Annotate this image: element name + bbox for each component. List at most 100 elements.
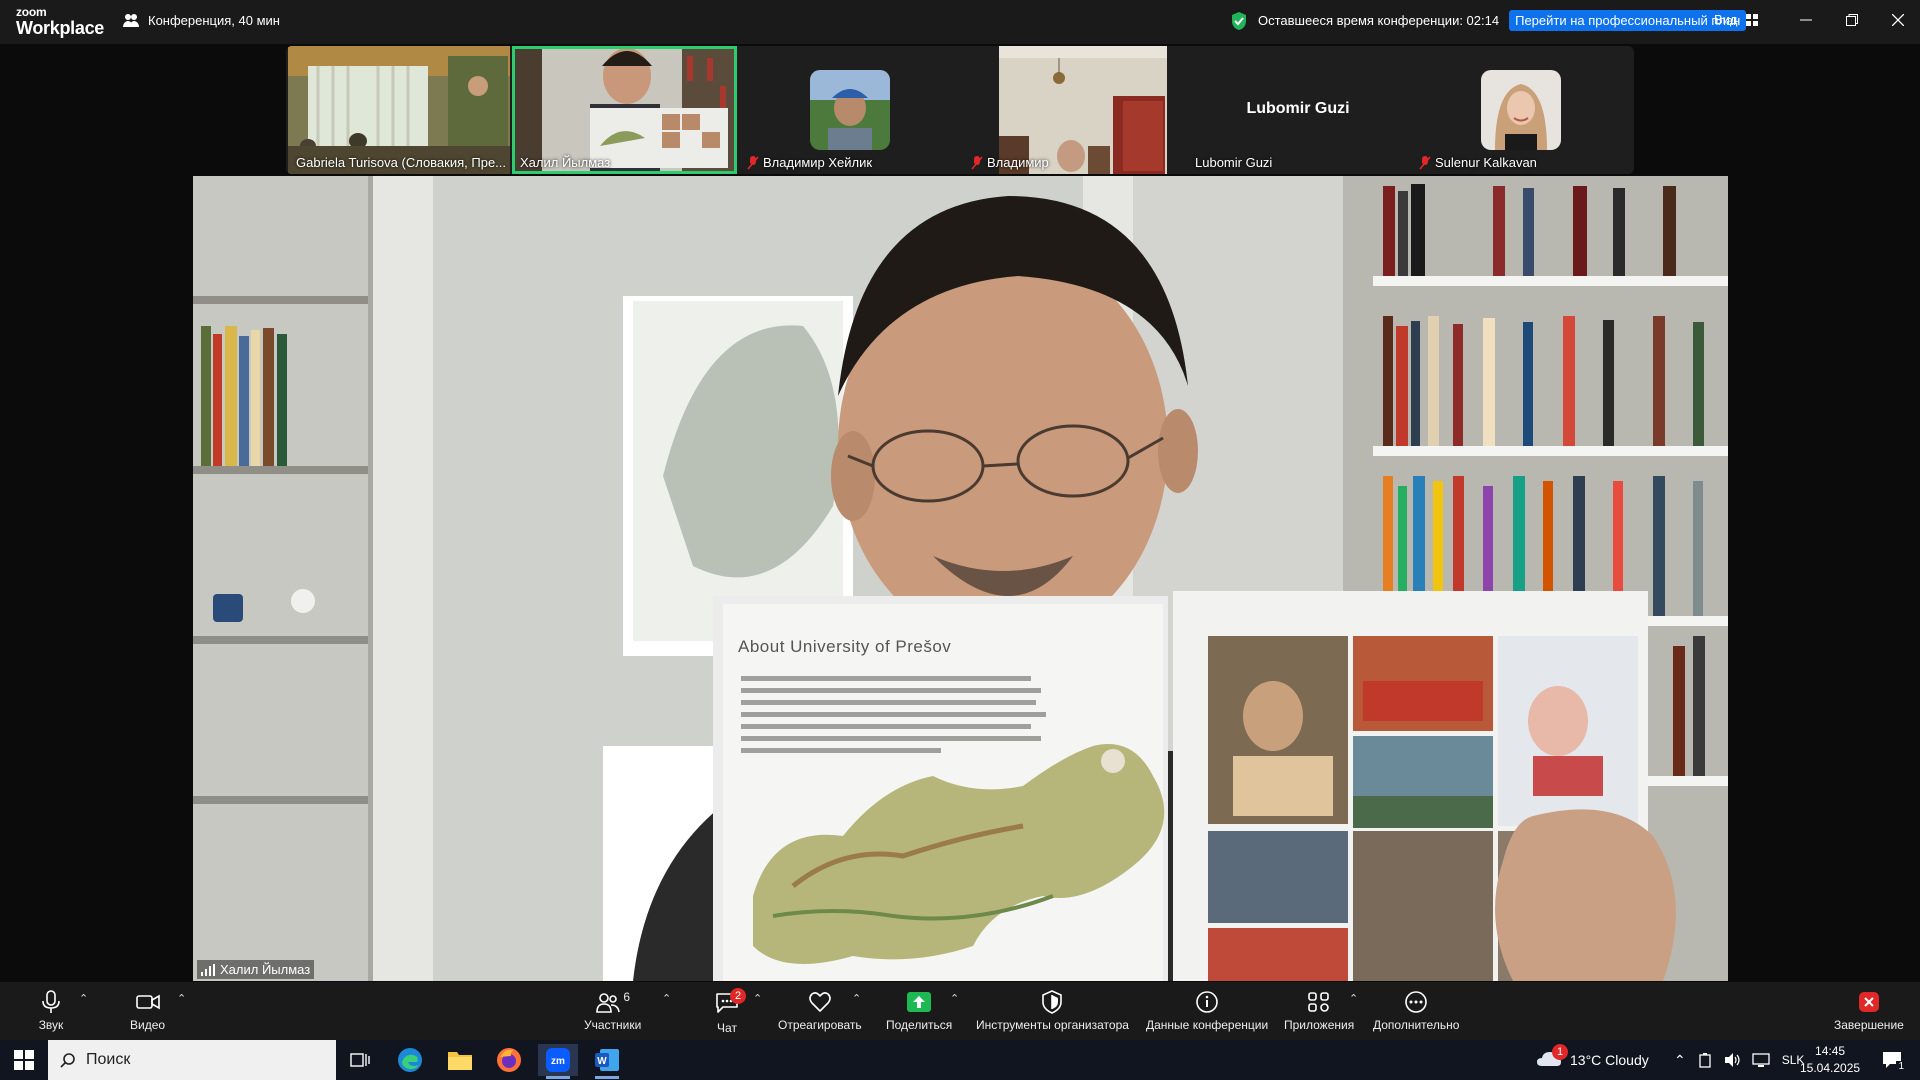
signal-strength-icon bbox=[201, 963, 215, 976]
speaker-volume-icon[interactable] bbox=[1724, 1052, 1740, 1068]
video-label: Видео bbox=[130, 1018, 166, 1032]
tray-expand-chevron-up-icon[interactable]: ⌃ bbox=[1674, 1052, 1686, 1069]
taskbar-edge[interactable] bbox=[390, 1044, 430, 1076]
restore-button[interactable] bbox=[1838, 8, 1866, 32]
view-button[interactable]: Вид bbox=[1714, 12, 1758, 27]
audio-options-chevron-up-icon[interactable]: ⌃ bbox=[79, 992, 88, 1005]
video-camera-icon bbox=[135, 994, 160, 1010]
more-dots-icon bbox=[1405, 991, 1427, 1013]
start-button[interactable] bbox=[4, 1044, 44, 1076]
participant-tile-no-video[interactable]: Lubomir Guzi Lubomir Guzi bbox=[1187, 46, 1409, 174]
active-speaker-label: Халил Йылмаз bbox=[197, 960, 315, 979]
active-speaker-video[interactable]: About University of Prešov Халил Йылмаз bbox=[193, 176, 1728, 981]
taskbar-search-box[interactable]: Поиск bbox=[48, 1040, 336, 1080]
grid-view-icon bbox=[1745, 13, 1758, 26]
participant-tile-active[interactable]: Халил Йылмаз bbox=[512, 46, 737, 174]
meeting-info-label: Данные конференции bbox=[1146, 1018, 1269, 1032]
taskbar-word[interactable]: W bbox=[587, 1044, 627, 1079]
react-options-chevron-up-icon[interactable]: ⌃ bbox=[852, 992, 861, 1005]
zoom-app-icon: zm bbox=[546, 1048, 570, 1072]
speaker-video-frame bbox=[193, 176, 1728, 981]
taskbar-file-explorer[interactable] bbox=[440, 1044, 480, 1076]
title-bar: zoom Workplace Конференция, 40 мин Остав… bbox=[0, 0, 1920, 44]
apps-icon bbox=[1308, 992, 1329, 1012]
microphone-icon bbox=[42, 990, 60, 1013]
shield-check-icon[interactable] bbox=[1230, 11, 1248, 31]
video-button[interactable]: Видео bbox=[130, 990, 165, 1032]
react-button[interactable]: Отреагировать bbox=[778, 990, 862, 1032]
avatar-image bbox=[810, 70, 890, 150]
apps-button[interactable]: Приложения bbox=[1284, 990, 1354, 1032]
participant-tile[interactable]: Владимир bbox=[963, 46, 1185, 174]
share-screen-icon bbox=[907, 992, 932, 1012]
share-button[interactable]: Поделиться bbox=[886, 990, 952, 1032]
notification-count: 1 bbox=[1896, 1061, 1906, 1072]
participants-count: 6 bbox=[623, 990, 630, 1004]
upgrade-button[interactable]: Перейти на профессиональный план bbox=[1509, 10, 1747, 31]
speaker-name: Халил Йылмаз bbox=[220, 962, 311, 977]
system-tray: ⌃ SLK bbox=[1674, 1040, 1804, 1080]
participant-strip: Gabriela Turisova (Словакия, Пре... Хали… bbox=[286, 46, 1634, 174]
chat-unread-badge: 2 bbox=[730, 988, 746, 1004]
logo-line2: Workplace bbox=[16, 18, 105, 38]
taskbar-zoom[interactable]: zm bbox=[538, 1044, 578, 1079]
edge-browser-icon bbox=[398, 1048, 422, 1072]
meeting-title[interactable]: Конференция, 40 мин bbox=[122, 12, 280, 28]
video-options-chevron-up-icon[interactable]: ⌃ bbox=[177, 992, 186, 1005]
participants-button[interactable]: 6 Участники bbox=[584, 990, 641, 1032]
minimize-icon bbox=[1800, 19, 1812, 21]
host-tools-button[interactable]: Инструменты организатора bbox=[976, 990, 1129, 1032]
participant-name: Lubomir Guzi bbox=[1195, 155, 1273, 170]
share-label: Поделиться bbox=[886, 1018, 953, 1032]
search-icon bbox=[60, 1053, 75, 1068]
more-label: Дополнительно bbox=[1373, 1018, 1460, 1032]
brochure-title: About University of Prešov bbox=[738, 637, 952, 656]
participants-group-icon bbox=[123, 14, 139, 27]
end-label: Завершение bbox=[1834, 1018, 1904, 1032]
participant-name: Владимир bbox=[987, 155, 1049, 170]
taskbar-firefox[interactable] bbox=[489, 1044, 529, 1076]
end-button[interactable]: Завершение bbox=[1834, 990, 1904, 1032]
close-icon bbox=[1892, 14, 1904, 26]
avatar-image bbox=[1481, 70, 1561, 150]
task-view-button[interactable] bbox=[340, 1044, 380, 1076]
participants-label: Участники bbox=[584, 1018, 642, 1032]
participant-name: Халил Йылмаз bbox=[520, 155, 611, 170]
meeting-title-text: Конференция, 40 мин bbox=[148, 12, 280, 28]
apps-options-chevron-up-icon[interactable]: ⌃ bbox=[1349, 992, 1358, 1005]
participant-tile[interactable]: Владимир Хейлик bbox=[739, 46, 961, 174]
audio-label: Звук bbox=[38, 1018, 64, 1032]
participant-tile[interactable]: Sulenur Kalkavan bbox=[1411, 46, 1633, 174]
meeting-info-button[interactable]: Данные конференции bbox=[1146, 990, 1268, 1032]
zoom-window: zoom Workplace Конференция, 40 мин Остав… bbox=[0, 0, 1920, 1040]
battery-tray-icon[interactable] bbox=[1698, 1052, 1712, 1068]
notification-center-button[interactable]: 1 bbox=[1872, 1044, 1912, 1076]
minimize-button[interactable] bbox=[1792, 8, 1820, 32]
chat-button[interactable]: 2 Чат bbox=[714, 988, 746, 1035]
weather-widget[interactable]: 1 13°C Cloudy bbox=[1536, 1040, 1649, 1080]
zoom-logo: zoom Workplace bbox=[16, 6, 104, 37]
network-icon[interactable] bbox=[1752, 1052, 1770, 1068]
chat-options-chevron-up-icon[interactable]: ⌃ bbox=[753, 992, 762, 1005]
share-options-chevron-up-icon[interactable]: ⌃ bbox=[950, 992, 959, 1005]
end-meeting-icon bbox=[1858, 992, 1879, 1012]
firefox-icon bbox=[497, 1048, 521, 1072]
more-button[interactable]: Дополнительно bbox=[1373, 990, 1459, 1032]
taskbar-clock[interactable]: 14:45 15.04.2025 bbox=[1800, 1043, 1860, 1077]
task-view-icon bbox=[350, 1053, 370, 1067]
host-tools-label: Инструменты организатора bbox=[976, 1018, 1129, 1032]
participants-options-chevron-up-icon[interactable]: ⌃ bbox=[662, 992, 671, 1005]
view-label: Вид bbox=[1714, 12, 1738, 27]
weather-alert-badge: 1 bbox=[1552, 1043, 1568, 1060]
react-label: Отреагировать bbox=[778, 1018, 862, 1032]
audio-button[interactable]: Звук bbox=[38, 990, 64, 1032]
clock-date: 15.04.2025 bbox=[1800, 1061, 1861, 1075]
close-button[interactable] bbox=[1884, 8, 1912, 32]
shield-tools-icon bbox=[1042, 990, 1063, 1014]
windows-logo-icon bbox=[14, 1050, 34, 1070]
svg-text:zm: zm bbox=[551, 1056, 565, 1067]
mic-muted-icon bbox=[747, 155, 759, 170]
search-placeholder: Поиск bbox=[86, 1051, 131, 1068]
participant-tile[interactable]: Gabriela Turisova (Словакия, Пре... bbox=[288, 46, 510, 174]
avatar bbox=[810, 70, 890, 150]
